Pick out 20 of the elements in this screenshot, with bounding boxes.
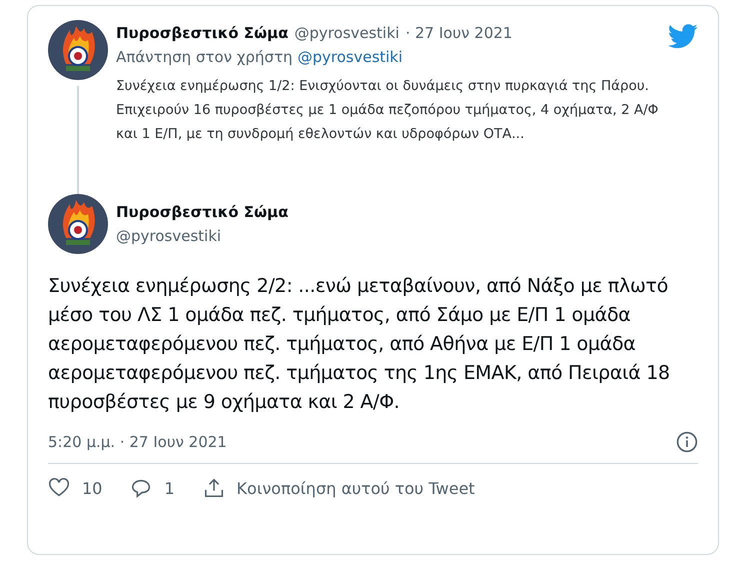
- tweet-text: Συνέχεια ενημέρωσης 1/2: Ενισχύονται οι δυνάμεις στην πυρκαγιά της Πάρου. Επιχειρούν 16 πυροσβέστες με 1 ομάδα πεζοπόρου τμήματος, 4 οχήματα, 2 Α/Φ και 1 Ε/Π, με τη συνδρομή εθελοντών και υδροφόρων ΟΤΑ...: [116, 77, 660, 144]
- tweet-timestamp[interactable]: 5:20 μ.μ. · 27 Ιουν 2021: [48, 433, 227, 451]
- heart-icon: [48, 477, 70, 499]
- tweet-text: Συνέχεια ενημέρωσης 2/2: ...ενώ μεταβαίνουν, από Νάξο με πλωτό μέσο του ΛΣ 1 ομάδα πεζ. τμήματος, από Σάμο με Ε/Π 1 ομάδα αερομεταφερόμενου πεζ. τμήματος, από Αθήνα με Ε/Π 1 ομάδα αερομεταφερόμενου πεζ. τμήματος της 1ης ΕΜΑΚ, από Πειραιά 18 πυροσβέστες με 9 οχήματα και 2 Α/Φ.: [48, 274, 671, 415]
- emblem-avatar-icon[interactable]: [48, 20, 108, 80]
- share-button[interactable]: Κοινοποίηση αυτού του Tweet: [202, 477, 475, 499]
- reply-handle-link[interactable]: @pyrosvestiki: [297, 48, 403, 66]
- author-name[interactable]: Πυροσβεστικό Σώμα: [116, 24, 288, 42]
- bird-icon[interactable]: [668, 24, 698, 49]
- reply-button[interactable]: 1: [130, 477, 175, 499]
- like-button[interactable]: 10: [48, 477, 102, 499]
- author-name[interactable]: Πυροσβεστικό Σώμα: [116, 203, 288, 221]
- reply-label: Απάντηση στον χρήστη: [116, 48, 292, 66]
- emblem-avatar-icon[interactable]: [48, 194, 108, 254]
- info-icon[interactable]: [676, 431, 698, 453]
- author-handle[interactable]: @pyrosvestiki: [116, 227, 288, 245]
- speech-bubble-icon: [130, 477, 152, 499]
- share-icon: [202, 477, 225, 499]
- tweet-date[interactable]: · 27 Ιουν 2021: [405, 24, 512, 42]
- author-handle[interactable]: @pyrosvestiki: [294, 24, 400, 42]
